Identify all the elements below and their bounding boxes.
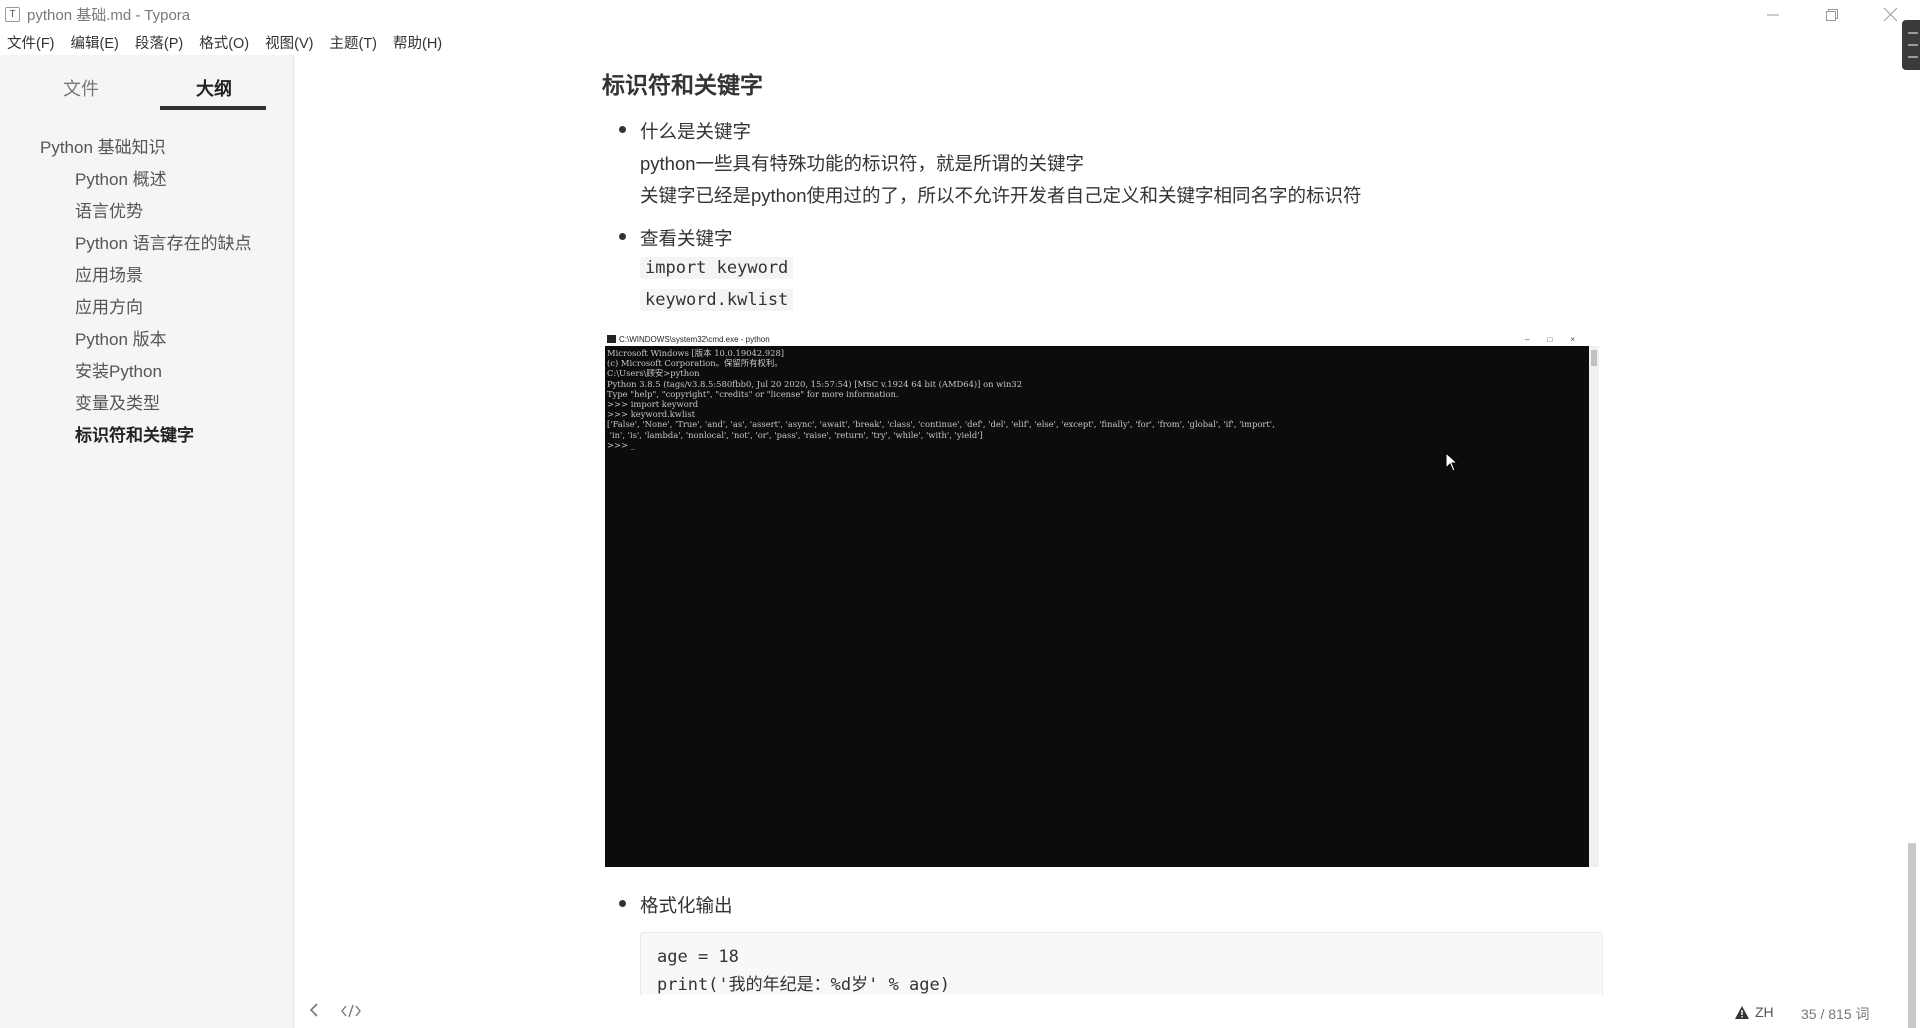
list-bullet bbox=[619, 233, 626, 240]
paragraph-text: 关键字已经是python使用过的了，所以不允许开发者自己定义和关键字相同名字的标… bbox=[640, 185, 1362, 206]
outline-item-label: 应用方向 bbox=[75, 297, 143, 317]
outline-item-label: Python 基础知识 bbox=[40, 137, 166, 157]
list-bullet bbox=[619, 126, 626, 133]
sidebar-tabs: 文件 大纲 bbox=[0, 55, 293, 112]
outline-item-label: Python 概述 bbox=[75, 169, 167, 189]
outline-item[interactable]: 应用方向 bbox=[0, 289, 294, 321]
minimize-icon[interactable] bbox=[1743, 0, 1802, 29]
inline-code: import keyword bbox=[640, 257, 794, 279]
warning-icon bbox=[1735, 1005, 1749, 1019]
active-tab-indicator bbox=[160, 106, 266, 110]
code-line: print('我的年纪是：%d岁' % age) bbox=[657, 975, 950, 995]
cmd-output: Microsoft Windows [版本 10.0.19042.928] (c)… bbox=[605, 346, 1599, 452]
tab-outline[interactable]: 大纲 bbox=[196, 75, 232, 101]
cmd-scrollbar bbox=[1589, 346, 1599, 867]
menu-paragraph[interactable]: 段落(P) bbox=[135, 32, 183, 53]
typora-app-icon: T bbox=[5, 7, 20, 22]
tab-files[interactable]: 文件 bbox=[63, 75, 99, 101]
outline-item[interactable]: Python 版本 bbox=[0, 321, 294, 353]
outline-list: Python 基础知识 Python 概述 语言优势 Python 语言存在的缺… bbox=[0, 129, 294, 449]
code-line: age = 18 bbox=[657, 947, 739, 967]
menu-help[interactable]: 帮助(H) bbox=[393, 32, 442, 53]
menu-view[interactable]: 视图(V) bbox=[265, 32, 313, 53]
floating-toolbar-handle[interactable] bbox=[1902, 20, 1920, 70]
paragraph-text: python一些具有特殊功能的标识符，就是所谓的关键字 bbox=[640, 153, 1085, 174]
cmd-line: >>> import keyword bbox=[607, 399, 699, 410]
window-controls bbox=[1743, 0, 1920, 29]
menu-file[interactable]: 文件(F) bbox=[7, 32, 55, 53]
typora-window: T python 基础.md - Typora 文件(F) 编辑(E) 段落(P… bbox=[0, 0, 1920, 1028]
language-label: ZH bbox=[1755, 1004, 1774, 1020]
outline-item-label: 语言优势 bbox=[75, 201, 143, 221]
cmd-line: ['False', 'None', 'True', 'and', 'as', '… bbox=[607, 419, 1275, 430]
section-heading: 标识符和关键字 bbox=[602, 72, 763, 98]
outline-item-label: Python 版本 bbox=[75, 329, 167, 349]
outline-item[interactable]: Python 概述 bbox=[0, 161, 294, 193]
title-bar: T python 基础.md - Typora bbox=[0, 0, 1920, 29]
inline-code: keyword.kwlist bbox=[640, 289, 794, 311]
menu-bar: 文件(F) 编辑(E) 段落(P) 格式(O) 视图(V) 主题(T) 帮助(H… bbox=[0, 29, 451, 55]
status-bar: ZH 35 / 815 词 bbox=[295, 995, 1920, 1028]
cmd-window-controls: –□× bbox=[1525, 335, 1593, 344]
language-indicator[interactable]: ZH bbox=[1735, 1004, 1774, 1020]
list-item-title: 什么是关键字 bbox=[640, 121, 752, 142]
code-icon[interactable] bbox=[341, 1004, 361, 1022]
outline-item-label: Python 语言存在的缺点 bbox=[75, 233, 252, 253]
list-bullet bbox=[619, 900, 626, 907]
scroll-thumb[interactable] bbox=[1908, 843, 1916, 1028]
cmd-line: Microsoft Windows [版本 10.0.19042.928] bbox=[607, 348, 785, 358]
outline-item-label: 标识符和关键字 bbox=[75, 425, 194, 445]
sidebar: 文件 大纲 Python 基础知识 Python 概述 语言优势 Python … bbox=[0, 55, 294, 1028]
outline-item-label: 安装Python bbox=[75, 361, 162, 381]
cmd-line: (c) Microsoft Corporation。保留所有权利。 bbox=[607, 358, 783, 369]
word-count[interactable]: 35 / 815 词 bbox=[1801, 1004, 1870, 1024]
list-item-title: 查看关键字 bbox=[640, 228, 733, 249]
handle-line bbox=[1908, 44, 1918, 46]
outline-item[interactable]: Python 基础知识 bbox=[0, 129, 294, 161]
outline-item-label: 变量及类型 bbox=[75, 393, 160, 413]
menu-theme[interactable]: 主题(T) bbox=[329, 32, 377, 53]
handle-line bbox=[1908, 56, 1918, 58]
cmd-scroll-thumb bbox=[1591, 350, 1597, 366]
outline-item[interactable]: 变量及类型 bbox=[0, 385, 294, 417]
menu-format[interactable]: 格式(O) bbox=[199, 32, 249, 53]
code-block[interactable]: age = 18 print('我的年纪是：%d岁' % age) bbox=[640, 932, 1603, 995]
cmd-line: C:\Users\顾安>python bbox=[607, 368, 700, 379]
cmd-line: >>> keyword.kwlist bbox=[607, 409, 695, 420]
cmd-line: >>> _ bbox=[607, 439, 635, 450]
document-editor[interactable]: 标识符和关键字 什么是关键字 python一些具有特殊功能的标识符，就是所谓的关… bbox=[295, 55, 1903, 995]
cmd-line: 'in', 'is', 'lambda', 'nonlocal', 'not',… bbox=[607, 429, 983, 440]
restore-icon[interactable] bbox=[1802, 0, 1861, 29]
cmd-line: Python 3.8.5 (tags/v3.8.5:580fbb0, Jul 2… bbox=[607, 378, 1023, 389]
cmd-title: C:\WINDOWS\system32\cmd.exe - python bbox=[619, 335, 770, 344]
cmd-line: Type "help", "copyright", "credits" or "… bbox=[607, 388, 899, 399]
menu-edit[interactable]: 编辑(E) bbox=[71, 32, 119, 53]
outline-item[interactable]: 语言优势 bbox=[0, 193, 294, 225]
outline-item-label: 应用场景 bbox=[75, 265, 143, 285]
outline-item[interactable]: 应用场景 bbox=[0, 257, 294, 289]
embedded-screenshot-image: C:\WINDOWS\system32\cmd.exe - python –□×… bbox=[605, 333, 1599, 867]
handle-line bbox=[1908, 32, 1918, 34]
cmd-icon bbox=[607, 335, 616, 343]
document-scrollbar[interactable] bbox=[1903, 55, 1920, 1028]
outline-item-active[interactable]: 标识符和关键字 bbox=[0, 417, 294, 449]
outline-item[interactable]: Python 语言存在的缺点 bbox=[0, 225, 294, 257]
mouse-cursor-icon bbox=[1445, 452, 1459, 472]
outline-item[interactable]: 安装Python bbox=[0, 353, 294, 385]
list-item-title: 格式化输出 bbox=[640, 895, 733, 916]
cmd-titlebar: C:\WINDOWS\system32\cmd.exe - python –□× bbox=[605, 333, 1599, 346]
chevron-left-icon[interactable] bbox=[309, 1002, 319, 1021]
window-title: python 基础.md - Typora bbox=[27, 7, 191, 24]
